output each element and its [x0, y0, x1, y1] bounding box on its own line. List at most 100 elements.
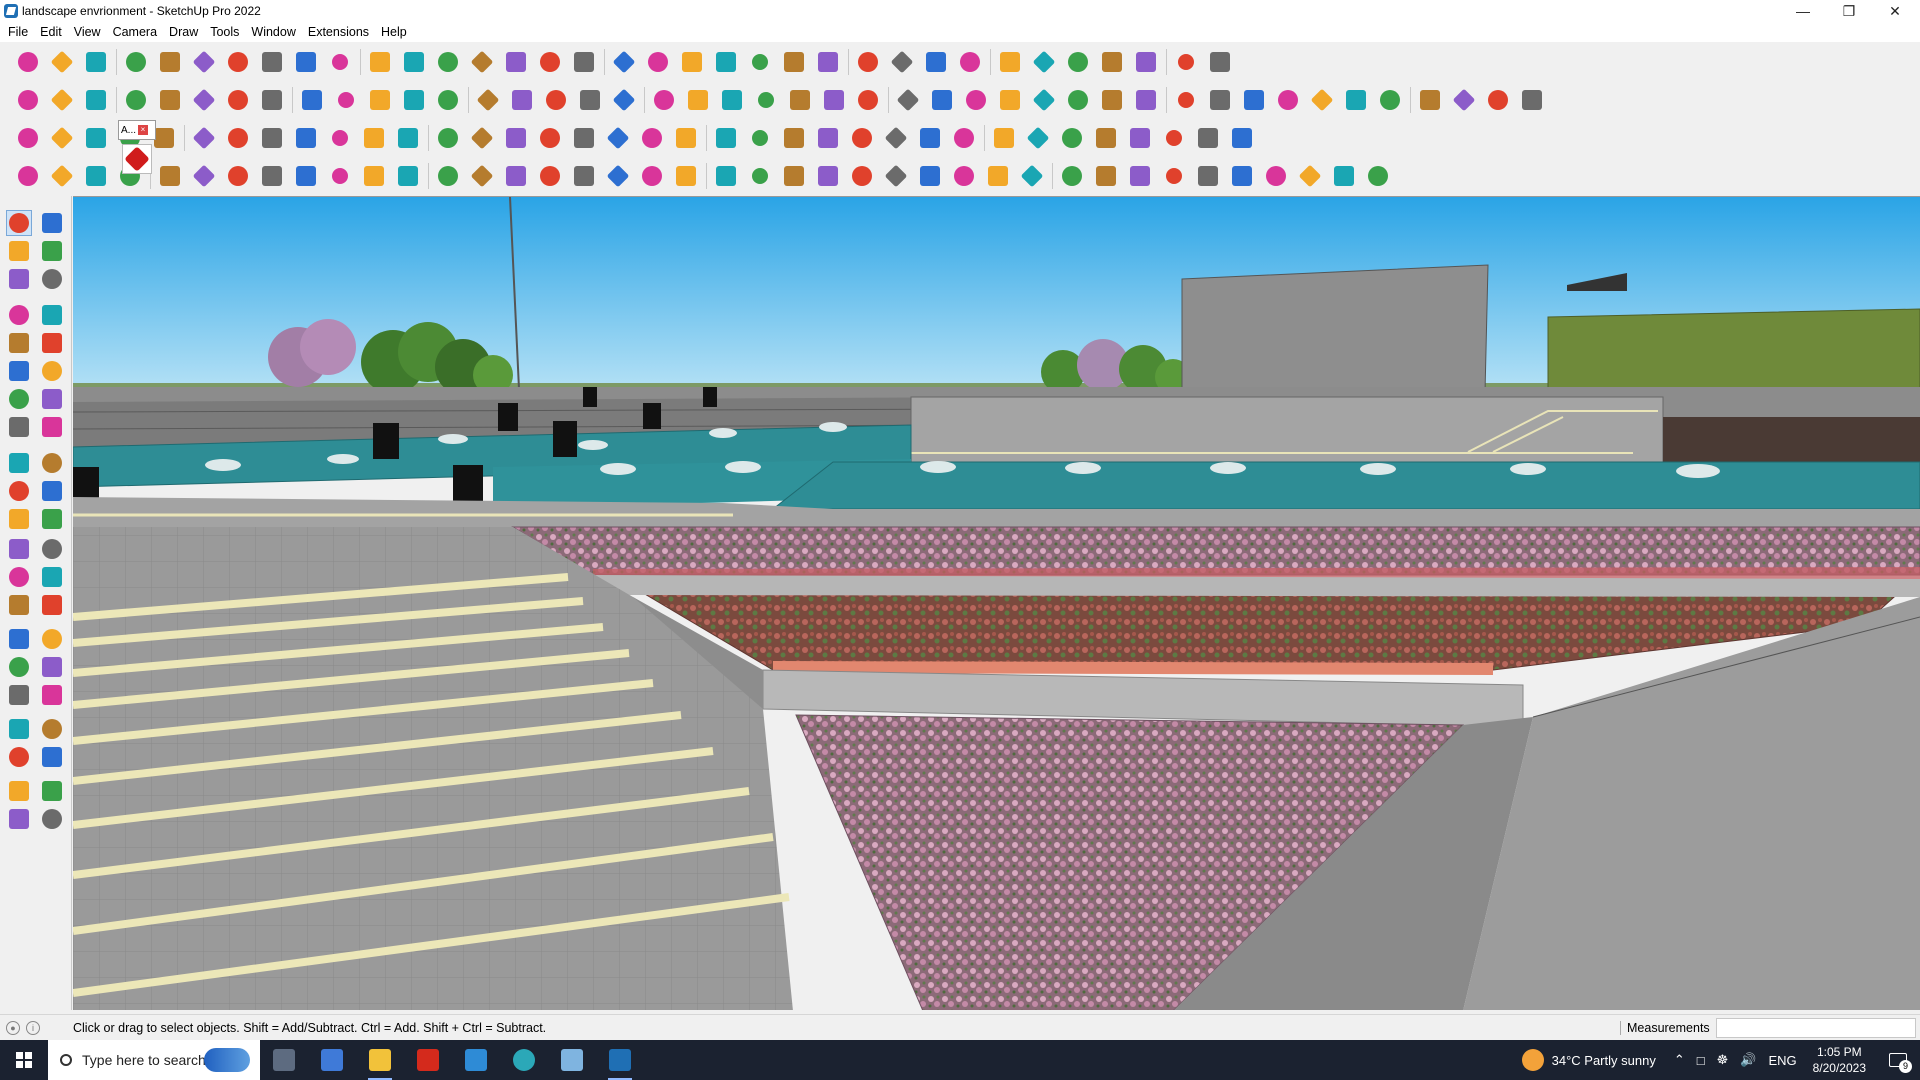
array-button[interactable]	[916, 123, 944, 153]
arch-button[interactable]	[502, 161, 530, 191]
polygon-tool-button[interactable]	[39, 358, 65, 384]
lines-button[interactable]	[1194, 161, 1222, 191]
taskbar-edge-button[interactable]	[500, 1040, 548, 1080]
grid-button[interactable]	[1058, 123, 1086, 153]
taskbar-task-view-button[interactable]	[260, 1040, 308, 1080]
eraser-button[interactable]	[122, 47, 150, 77]
zoom-extents-tool-button[interactable]	[6, 682, 32, 708]
curve-scissors-button[interactable]	[638, 123, 666, 153]
paint-bucket-tool-button[interactable]	[6, 238, 32, 264]
shape-bezier-button[interactable]	[1132, 85, 1160, 115]
follow-me-tool-button[interactable]	[39, 478, 65, 504]
menu-view[interactable]: View	[70, 25, 109, 39]
measurements-input[interactable]	[1716, 1018, 1916, 1038]
line-button[interactable]	[156, 47, 184, 77]
house-1-button[interactable]	[610, 85, 638, 115]
extrude-button[interactable]	[1274, 85, 1302, 115]
info-icon[interactable]: i	[26, 1020, 40, 1035]
profile-button[interactable]	[888, 47, 916, 77]
wire-4-button[interactable]	[1330, 161, 1358, 191]
shape-ellipse-button[interactable]	[996, 85, 1024, 115]
rectangle-button[interactable]	[292, 47, 320, 77]
shape-hexagon-button[interactable]	[962, 85, 990, 115]
building-3-button[interactable]	[1058, 161, 1086, 191]
scale-tool-button[interactable]	[6, 506, 32, 532]
smoove-button[interactable]	[190, 85, 218, 115]
restore-button[interactable]: ❐	[1826, 0, 1872, 22]
model-viewport[interactable]	[73, 196, 1920, 1010]
menu-tools[interactable]: Tools	[206, 25, 247, 39]
display-section-tool-button[interactable]	[6, 778, 32, 804]
network-icon[interactable]: ☸	[1717, 1052, 1729, 1068]
house-3-button[interactable]	[684, 85, 712, 115]
rotate-tool-button[interactable]	[6, 478, 32, 504]
section-fill-tool-button[interactable]	[39, 778, 65, 804]
shape-arc-button[interactable]	[1064, 85, 1092, 115]
shape-parallelogram-button[interactable]	[1030, 85, 1058, 115]
layer-3-button[interactable]	[82, 123, 110, 153]
solid-trim-button[interactable]	[474, 85, 502, 115]
orbit-button[interactable]	[644, 47, 672, 77]
menu-file[interactable]: File	[4, 25, 36, 39]
surface-7-button[interactable]	[1518, 85, 1546, 115]
drape-button[interactable]	[258, 85, 286, 115]
rotate-button[interactable]	[468, 47, 496, 77]
menu-extensions[interactable]: Extensions	[304, 25, 377, 39]
solid-subtract-button[interactable]	[434, 85, 462, 115]
shape-spiral-button[interactable]	[1206, 85, 1234, 115]
section-plane-button[interactable]	[956, 47, 984, 77]
building-1-button[interactable]	[984, 161, 1012, 191]
polyline-button[interactable]	[360, 123, 388, 153]
stairs-button[interactable]	[780, 161, 808, 191]
grid-orange-button[interactable]	[1092, 123, 1120, 153]
menu-edit[interactable]: Edit	[36, 25, 70, 39]
taper-button[interactable]	[570, 161, 598, 191]
add-detail-button[interactable]	[298, 85, 326, 115]
pipe-button[interactable]	[604, 161, 632, 191]
handle-grab-button[interactable]	[672, 161, 700, 191]
shape-circle-button[interactable]	[928, 85, 956, 115]
surface-5-button[interactable]	[1450, 85, 1478, 115]
guides-button[interactable]	[1064, 47, 1092, 77]
axes-button[interactable]	[1030, 47, 1058, 77]
section-planes-tool-button[interactable]	[39, 806, 65, 832]
sweep-button[interactable]	[366, 85, 394, 115]
push-pull-tool-button[interactable]	[39, 450, 65, 476]
flip-edge-button[interactable]	[332, 85, 360, 115]
section-plane-tool-button[interactable]	[39, 744, 65, 770]
zoom-button[interactable]	[712, 47, 740, 77]
move-tool-button[interactable]	[6, 450, 32, 476]
pattern-button[interactable]	[1160, 161, 1188, 191]
rectangle-red-button[interactable]	[190, 123, 218, 153]
taskbar-sketchup-button[interactable]	[596, 1040, 644, 1080]
cross-add-button[interactable]	[434, 123, 462, 153]
mirror-button[interactable]	[882, 123, 910, 153]
orbit-tool-tool-button[interactable]	[6, 626, 32, 652]
draw-polyline-button[interactable]	[14, 161, 42, 191]
building-2-button[interactable]	[1018, 161, 1046, 191]
menu-draw[interactable]: Draw	[165, 25, 206, 39]
push-pull-button[interactable]	[366, 47, 394, 77]
undo-button[interactable]	[1132, 47, 1160, 77]
circle-tool-button[interactable]	[6, 358, 32, 384]
text-tool-button[interactable]	[39, 564, 65, 590]
hatch-button[interactable]	[1126, 161, 1154, 191]
eraser-tool-button[interactable]	[39, 238, 65, 264]
sandbox-from-contours-button[interactable]	[122, 85, 150, 115]
arc-tool-button[interactable]	[6, 386, 32, 412]
pan-tool-tool-button[interactable]	[39, 626, 65, 652]
rectangle-dropdown-button[interactable]	[326, 47, 354, 77]
sandbox-from-scratch-button[interactable]	[156, 85, 184, 115]
zoom-window-tool-button[interactable]	[39, 654, 65, 680]
arc-dropdown-button[interactable]	[258, 47, 286, 77]
stack-button[interactable]	[224, 123, 252, 153]
taskbar-search-box[interactable]: Type here to search	[48, 1040, 260, 1080]
tape-tool-button[interactable]	[6, 536, 32, 562]
surface-4-button[interactable]	[1416, 85, 1444, 115]
draw-spline-button[interactable]	[48, 161, 76, 191]
building-4-button[interactable]	[1092, 161, 1120, 191]
zoom-extents-button[interactable]	[746, 47, 774, 77]
joint-push-pull-button[interactable]	[1240, 85, 1268, 115]
orbit-tool-button[interactable]	[39, 210, 65, 236]
house-4-button[interactable]	[718, 85, 746, 115]
